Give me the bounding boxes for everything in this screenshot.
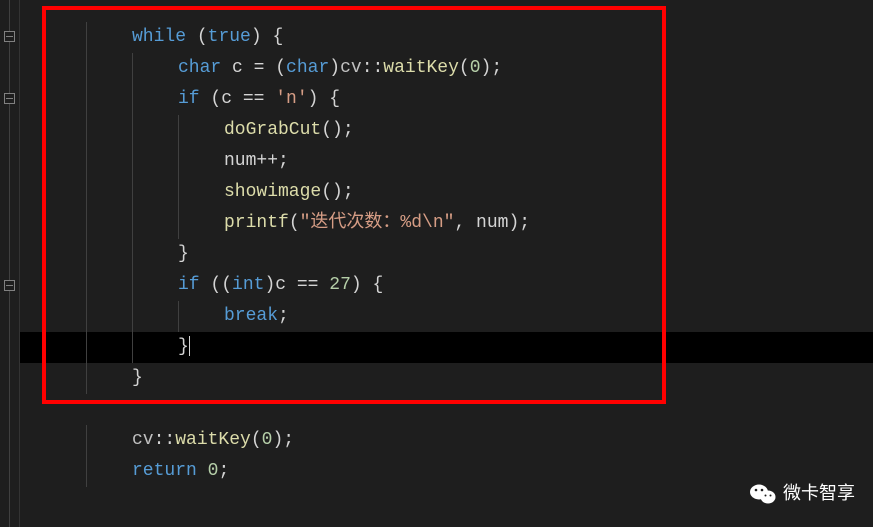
code-token: (); bbox=[321, 182, 353, 202]
code-token: waitKey bbox=[383, 58, 459, 78]
code-token: } bbox=[132, 368, 143, 388]
code-token: return bbox=[132, 461, 197, 481]
code-token: int bbox=[232, 275, 264, 295]
code-token bbox=[186, 27, 197, 47]
code-token: ) bbox=[351, 275, 362, 295]
code-line[interactable] bbox=[30, 394, 40, 425]
code-line[interactable]: if (c == 'n') { bbox=[30, 84, 340, 115]
code-token: ) bbox=[508, 213, 519, 233]
code-token: 27 bbox=[329, 275, 351, 295]
fold-guide-line bbox=[9, 0, 10, 527]
code-token: printf bbox=[224, 213, 289, 233]
code-line[interactable]: return 0; bbox=[30, 456, 229, 487]
code-line[interactable]: char c = (char)cv::waitKey(0); bbox=[30, 53, 502, 84]
code-token: ( bbox=[275, 58, 286, 78]
code-token: :: bbox=[362, 58, 384, 78]
code-token: { bbox=[318, 89, 340, 109]
code-token: c == bbox=[275, 275, 329, 295]
code-token: if bbox=[178, 89, 200, 109]
code-line[interactable]: if ((int)c == 27) { bbox=[30, 270, 383, 301]
code-line[interactable]: } bbox=[30, 239, 189, 270]
fold-gutter bbox=[0, 0, 20, 527]
fold-marker[interactable] bbox=[4, 93, 15, 104]
code-token: c = bbox=[221, 58, 275, 78]
code-token: char bbox=[178, 58, 221, 78]
code-token: ) bbox=[272, 430, 283, 450]
code-line[interactable]: showimage(); bbox=[30, 177, 354, 208]
code-token: ) bbox=[308, 89, 319, 109]
code-token: ( bbox=[197, 27, 208, 47]
code-token: :: bbox=[154, 430, 176, 450]
code-token: 0 bbox=[208, 461, 219, 481]
code-token bbox=[200, 89, 211, 109]
code-token: doGrabCut bbox=[224, 120, 321, 140]
code-token: ) bbox=[264, 275, 275, 295]
code-token: ; bbox=[519, 213, 530, 233]
fold-marker[interactable] bbox=[4, 280, 15, 291]
code-token: c == bbox=[221, 89, 275, 109]
code-token: ; bbox=[218, 461, 229, 481]
code-token: 'n' bbox=[275, 89, 307, 109]
code-token: if bbox=[178, 275, 200, 295]
code-token: ) bbox=[329, 58, 340, 78]
code-token: , num bbox=[454, 213, 508, 233]
code-token: { bbox=[262, 27, 284, 47]
code-token: { bbox=[362, 275, 384, 295]
code-line[interactable]: printf("迭代次数：%d\n", num); bbox=[30, 208, 530, 239]
code-token: ; bbox=[283, 430, 294, 450]
code-editor[interactable]: while (true) {char c = (char)cv::waitKey… bbox=[0, 0, 873, 527]
code-area[interactable]: while (true) {char c = (char)cv::waitKey… bbox=[20, 0, 873, 527]
wechat-icon bbox=[749, 482, 777, 506]
code-token: ( bbox=[210, 89, 221, 109]
code-token: 0 bbox=[470, 58, 481, 78]
code-token: showimage bbox=[224, 182, 321, 202]
code-token: (); bbox=[321, 120, 353, 140]
code-token: ; bbox=[278, 306, 289, 326]
code-token: } bbox=[178, 244, 189, 264]
code-token: ) bbox=[251, 27, 262, 47]
code-line[interactable]: break; bbox=[30, 301, 289, 332]
code-token bbox=[197, 461, 208, 481]
code-line[interactable]: while (true) { bbox=[30, 22, 283, 53]
code-token: } bbox=[178, 337, 189, 357]
code-token: char bbox=[286, 58, 329, 78]
code-token bbox=[200, 275, 211, 295]
code-token: ; bbox=[491, 58, 502, 78]
code-token: ( bbox=[289, 213, 300, 233]
code-token: (( bbox=[210, 275, 232, 295]
fold-marker[interactable] bbox=[4, 31, 15, 42]
code-line[interactable]: } bbox=[30, 332, 190, 363]
code-token: "迭代次数：%d\n" bbox=[300, 213, 455, 233]
code-token: cv bbox=[132, 430, 154, 450]
code-token: ( bbox=[251, 430, 262, 450]
watermark: 微卡智享 bbox=[749, 478, 855, 509]
code-token: while bbox=[132, 27, 186, 47]
code-token: ( bbox=[459, 58, 470, 78]
text-cursor bbox=[189, 336, 190, 356]
code-token: cv bbox=[340, 58, 362, 78]
code-token: ) bbox=[481, 58, 492, 78]
code-line[interactable]: doGrabCut(); bbox=[30, 115, 354, 146]
code-token: waitKey bbox=[175, 430, 251, 450]
code-line[interactable]: } bbox=[30, 363, 143, 394]
code-token: num++; bbox=[224, 151, 289, 171]
watermark-text: 微卡智享 bbox=[783, 478, 855, 509]
code-line[interactable]: num++; bbox=[30, 146, 289, 177]
code-token: break bbox=[224, 306, 278, 326]
code-line[interactable]: cv::waitKey(0); bbox=[30, 425, 294, 456]
code-token: true bbox=[208, 27, 251, 47]
code-token: 0 bbox=[262, 430, 273, 450]
